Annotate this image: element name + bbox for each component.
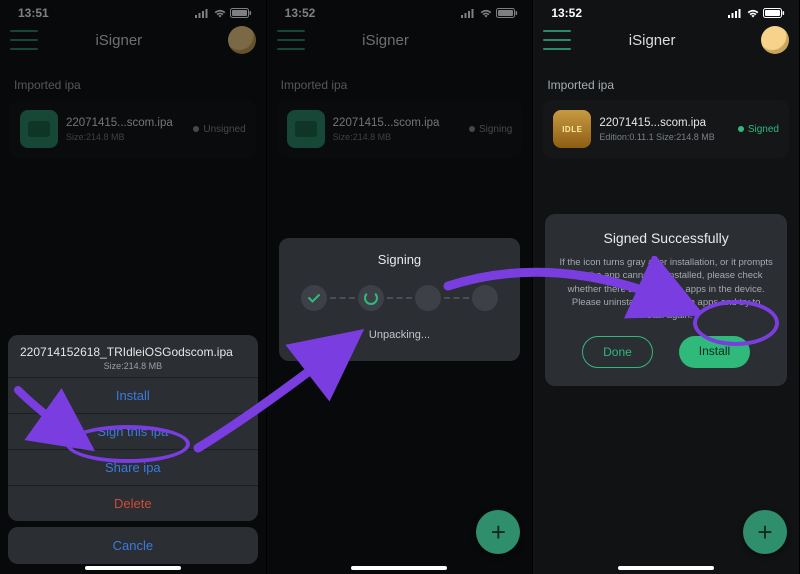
spinner-icon: [364, 291, 378, 305]
status-dot-icon: [738, 126, 744, 132]
ipa-name: 22071415...scom.ipa: [333, 117, 461, 129]
status-bar: 13:51: [0, 0, 266, 22]
status-dot-icon: [193, 126, 199, 132]
status-text: Unsigned: [203, 124, 245, 135]
success-card: Signed Successfully If the icon turns gr…: [545, 214, 787, 386]
wifi-icon: [479, 8, 493, 18]
step-done-icon: [301, 285, 327, 311]
ipa-status-signed: Signed: [738, 124, 779, 135]
ipa-status-unsigned: Unsigned: [193, 124, 245, 135]
ipa-row[interactable]: IDLE 22071415...scom.ipa Edition:0.11.1 …: [543, 100, 789, 158]
section-label: Imported ipa: [267, 58, 533, 100]
ipa-status-signing: Signing: [469, 124, 512, 135]
nav-bar: iSigner: [0, 22, 266, 58]
fab-add[interactable]: +: [743, 510, 787, 554]
home-indicator[interactable]: [85, 566, 181, 570]
install-button[interactable]: Install: [679, 336, 750, 368]
clock-time: 13:52: [285, 6, 316, 20]
sheet-item-cancel[interactable]: Cancle: [8, 527, 258, 564]
step-pending-icon: [415, 285, 441, 311]
phone-screen-2: 13:52 iSigner Imported ipa 22071415...sc…: [267, 0, 534, 574]
ipa-size: Size:214.8 MB: [333, 132, 461, 142]
ipa-meta: 22071415...scom.ipa Size:214.8 MB: [333, 117, 461, 142]
signing-title: Signing: [293, 252, 507, 267]
cellular-icon: [195, 8, 210, 18]
status-icons: [195, 8, 252, 18]
wifi-icon: [213, 8, 227, 18]
ipa-row[interactable]: 22071415...scom.ipa Size:214.8 MB Unsign…: [10, 100, 256, 158]
plus-icon: +: [757, 517, 772, 548]
home-indicator[interactable]: [618, 566, 714, 570]
fab-add[interactable]: +: [476, 510, 520, 554]
menu-icon[interactable]: [277, 30, 305, 50]
sheet-item-install[interactable]: Install: [8, 377, 258, 413]
status-text: Signing: [479, 124, 512, 135]
menu-icon[interactable]: [543, 30, 571, 50]
status-dot-icon: [469, 126, 475, 132]
nav-bar: iSigner: [267, 22, 533, 58]
signing-steps: [293, 285, 507, 311]
clock-time: 13:52: [551, 6, 582, 20]
step-connector: [330, 297, 355, 299]
sheet-header: 220714152618_TRIdleiOSGodscom.ipa Size:2…: [8, 335, 258, 377]
sheet-item-delete[interactable]: Delete: [8, 485, 258, 521]
signing-modal: Signing Unpacking...: [279, 238, 521, 361]
app-icon-game: IDLE: [553, 110, 591, 148]
ipa-meta: 22071415...scom.ipa Size:214.8 MB: [66, 117, 185, 142]
step-pending-icon: [472, 285, 498, 311]
button-row: Done Install: [559, 336, 773, 368]
sheet-main: 220714152618_TRIdleiOSGodscom.ipa Size:2…: [8, 335, 258, 521]
ipa-size: Size:214.8 MB: [66, 132, 185, 142]
step-connector: [444, 297, 469, 299]
home-indicator[interactable]: [351, 566, 447, 570]
plus-icon: +: [491, 517, 506, 548]
battery-icon: [496, 8, 518, 18]
cellular-icon: [461, 8, 476, 18]
battery-icon: [230, 8, 252, 18]
success-title: Signed Successfully: [559, 230, 773, 246]
ipa-edition: Edition:0.11.1 Size:214.8 MB: [599, 132, 730, 142]
status-icons: [728, 8, 785, 18]
avatar[interactable]: [228, 26, 256, 54]
done-button[interactable]: Done: [582, 336, 653, 368]
sheet-item-sign[interactable]: Sign this ipa: [8, 413, 258, 449]
wifi-icon: [746, 8, 760, 18]
app-title: iSigner: [38, 32, 200, 49]
cellular-icon: [728, 8, 743, 18]
ipa-meta: 22071415...scom.ipa Edition:0.11.1 Size:…: [599, 117, 730, 142]
app-icon: [287, 110, 325, 148]
app-icon: [20, 110, 58, 148]
sheet-title: 220714152618_TRIdleiOSGodscom.ipa: [20, 345, 246, 359]
signing-status: Unpacking...: [293, 329, 507, 341]
step-connector: [387, 297, 412, 299]
status-text: Signed: [748, 124, 779, 135]
success-body: If the icon turns gray after installatio…: [559, 256, 773, 322]
sheet-item-share[interactable]: Share ipa: [8, 449, 258, 485]
avatar[interactable]: [761, 26, 789, 54]
action-sheet: 220714152618_TRIdleiOSGodscom.ipa Size:2…: [8, 335, 258, 564]
phone-screen-3: 13:52 iSigner Imported ipa IDLE 22071415…: [533, 0, 800, 574]
battery-icon: [763, 8, 785, 18]
app-title: iSigner: [305, 32, 467, 49]
app-title: iSigner: [571, 32, 733, 49]
menu-icon[interactable]: [10, 30, 38, 50]
section-label: Imported ipa: [0, 58, 266, 100]
ipa-name: 22071415...scom.ipa: [66, 117, 185, 129]
status-bar: 13:52: [267, 0, 533, 22]
nav-bar: iSigner: [533, 22, 799, 58]
section-label: Imported ipa: [533, 58, 799, 100]
status-bar: 13:52: [533, 0, 799, 22]
ipa-row[interactable]: 22071415...scom.ipa Size:214.8 MB Signin…: [277, 100, 523, 158]
ipa-name: 22071415...scom.ipa: [599, 117, 730, 129]
clock-time: 13:51: [18, 6, 49, 20]
status-icons: [461, 8, 518, 18]
step-active-icon: [358, 285, 384, 311]
sheet-subtitle: Size:214.8 MB: [20, 361, 246, 371]
phone-screen-1: 13:51 iSigner Imported ipa 22071415...sc…: [0, 0, 267, 574]
